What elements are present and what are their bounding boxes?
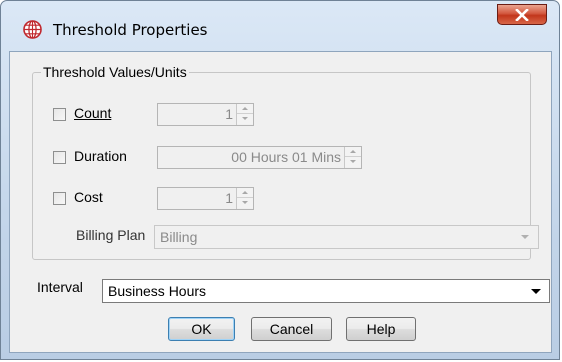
duration-value: 00 Hours 01 Mins — [231, 149, 341, 165]
count-checkbox[interactable] — [53, 108, 66, 121]
count-label: Count — [74, 105, 112, 121]
cost-increment-button[interactable] — [237, 188, 253, 198]
cancel-button[interactable]: Cancel — [251, 317, 332, 341]
billing-plan-select[interactable]: Billing — [154, 225, 539, 249]
window-title: Threshold Properties — [53, 21, 208, 39]
chevron-down-icon — [531, 289, 541, 294]
duration-spinner[interactable]: 00 Hours 01 Mins — [157, 146, 362, 169]
count-decrement-button[interactable] — [237, 114, 253, 124]
duration-spinner-buttons — [344, 147, 361, 168]
ok-button[interactable]: OK — [168, 317, 235, 341]
cost-checkbox[interactable] — [53, 192, 66, 205]
interval-select[interactable]: Business Hours — [102, 279, 550, 303]
duration-checkbox[interactable] — [53, 151, 66, 164]
group-title: Threshold Values/Units — [41, 64, 189, 80]
count-spinner-buttons — [236, 104, 253, 125]
cost-label: Cost — [74, 189, 103, 205]
billing-plan-value: Billing — [160, 229, 198, 245]
duration-increment-button[interactable] — [345, 147, 361, 157]
threshold-properties-dialog: Threshold Properties Threshold Values/Un… — [0, 0, 560, 360]
threshold-values-group: Threshold Values/Units Count 1 Duration … — [32, 64, 539, 260]
interval-label: Interval — [37, 279, 83, 295]
count-increment-button[interactable] — [237, 104, 253, 114]
interval-value: Business Hours — [108, 283, 207, 299]
billing-plan-label: Billing Plan — [76, 227, 146, 243]
count-value: 1 — [225, 106, 233, 122]
help-button[interactable]: Help — [346, 317, 416, 341]
count-spinner[interactable]: 1 — [157, 103, 254, 126]
title-bar[interactable]: Threshold Properties — [1, 1, 559, 51]
duration-label: Duration — [74, 148, 127, 164]
globe-icon — [23, 20, 42, 39]
cost-spinner-buttons — [236, 188, 253, 209]
chevron-down-icon — [521, 235, 529, 239]
close-button[interactable] — [497, 4, 547, 25]
duration-decrement-button[interactable] — [345, 157, 361, 167]
cost-decrement-button[interactable] — [237, 198, 253, 208]
close-icon — [515, 9, 529, 21]
dialog-body: Threshold Values/Units Count 1 Duration … — [9, 51, 552, 353]
cost-value: 1 — [225, 190, 233, 206]
cost-spinner[interactable]: 1 — [157, 187, 254, 210]
